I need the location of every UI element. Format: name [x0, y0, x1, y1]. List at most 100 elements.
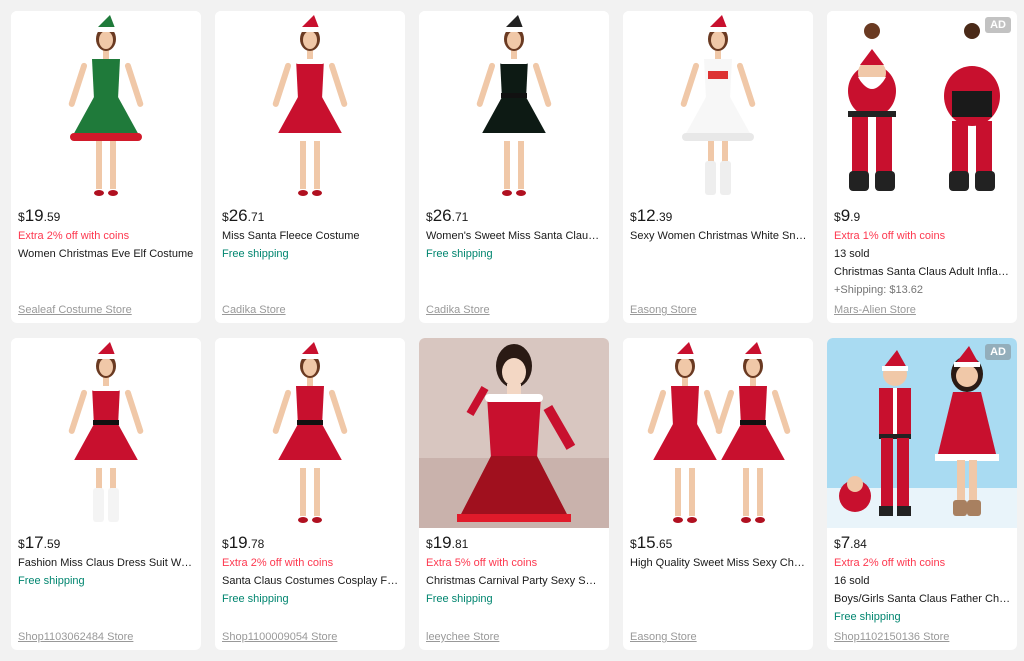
coins-promo: Extra 2% off with coins	[834, 557, 946, 569]
product-price: $19.78	[222, 534, 399, 554]
product-price: $15.65	[630, 534, 807, 554]
price-integer: 17	[24, 533, 44, 552]
price-integer: 7	[840, 533, 851, 552]
price-integer: 19	[228, 533, 248, 552]
product-card[interactable]: $17.59 Fashion Miss Claus Dress Suit Wome…	[11, 338, 201, 650]
price-decimal: .71	[451, 210, 469, 224]
product-title[interactable]: Boys/Girls Santa Claus Father Christmas	[834, 590, 1011, 608]
product-card[interactable]: AD $7.84 Extra 2% off with coins 16 sold Boy…	[827, 338, 1017, 650]
price-decimal: .84	[850, 537, 867, 551]
price-integer: 15	[636, 533, 656, 552]
product-card[interactable]: $12.39Sexy Women Christmas White Snowfla…	[623, 11, 813, 323]
product-card[interactable]: $19.78 Extra 2% off with coins Santa Claus…	[215, 338, 405, 650]
store-link[interactable]: Mars-Alien Store	[834, 304, 916, 316]
store-link[interactable]: Shop1103062484 Store	[18, 631, 133, 643]
price-integer: 19	[432, 533, 452, 552]
product-price: $17.59	[18, 534, 195, 554]
product-info: $26.71 Miss Santa Fleece Costume Free ship…	[222, 207, 399, 263]
product-image[interactable]	[623, 11, 813, 201]
price-currency: $	[630, 210, 637, 224]
product-image[interactable]	[827, 11, 1017, 201]
price-decimal: .59	[43, 537, 61, 551]
shipping-info: Free shipping	[18, 575, 85, 587]
coins-promo: Extra 2% off with coins	[18, 230, 130, 242]
store-link[interactable]: Cadika Store	[222, 304, 286, 316]
product-price: $19.81	[426, 534, 603, 554]
product-image[interactable]	[215, 11, 405, 201]
price-integer: 12	[636, 206, 656, 225]
sold-count: 13 sold	[834, 248, 870, 260]
store-link[interactable]: Shop1100009054 Store	[222, 631, 337, 643]
price-currency: $	[834, 537, 841, 551]
product-title[interactable]: Women's Sweet Miss Santa Claus Costume	[426, 227, 603, 245]
product-image[interactable]	[11, 11, 201, 201]
store-link[interactable]: Sealeaf Costume Store	[18, 304, 132, 316]
coins-promo: Extra 2% off with coins	[222, 557, 334, 569]
store-link[interactable]: Easong Store	[630, 631, 697, 643]
product-price: $9.9	[834, 207, 1011, 227]
price-currency: $	[222, 537, 229, 551]
product-card[interactable]: $19.81 Extra 5% off with coins Christmas C…	[419, 338, 609, 650]
product-image[interactable]	[419, 11, 609, 201]
product-price: $26.71	[426, 207, 603, 227]
product-title[interactable]: Miss Santa Fleece Costume	[222, 227, 399, 245]
product-title[interactable]: Fashion Miss Claus Dress Suit Women	[18, 554, 195, 572]
shipping-info: Free shipping	[222, 248, 289, 260]
ad-badge: AD	[985, 344, 1011, 360]
product-card[interactable]: $19.59 Extra 2% off with coins Women Chris…	[11, 11, 201, 323]
product-title[interactable]: High Quality Sweet Miss Sexy Christmas	[630, 554, 807, 572]
price-decimal: .81	[451, 537, 469, 551]
price-integer: 9	[840, 206, 851, 225]
product-grid: $19.59 Extra 2% off with coins Women Chris…	[11, 11, 1017, 650]
product-info: $15.65 High Quality Sweet Miss Sexy Chris…	[630, 534, 807, 572]
product-price: $7.84	[834, 534, 1011, 554]
shipping-info: Free shipping	[834, 611, 901, 623]
product-info: $12.39Sexy Women Christmas White Snowfla…	[630, 207, 807, 245]
product-price: $12.39	[630, 207, 807, 227]
ad-badge: AD	[985, 17, 1011, 33]
price-decimal: .39	[655, 210, 673, 224]
product-title[interactable]: Women Christmas Eve Elf Costume	[18, 245, 195, 263]
product-price: $26.71	[222, 207, 399, 227]
store-link[interactable]: Cadika Store	[426, 304, 490, 316]
product-info: $9.9 Extra 1% off with coins 13 sold Christ…	[834, 207, 1011, 299]
product-info: $19.78 Extra 2% off with coins Santa Claus…	[222, 534, 399, 608]
sold-count: 16 sold	[834, 575, 870, 587]
product-image[interactable]	[623, 338, 813, 528]
price-currency: $	[834, 210, 841, 224]
shipping-info: +Shipping: $13.62	[834, 284, 923, 296]
product-image[interactable]	[419, 338, 609, 528]
store-link[interactable]: Shop1102150136 Store	[834, 631, 949, 643]
price-currency: $	[630, 537, 637, 551]
product-card[interactable]: $15.65 High Quality Sweet Miss Sexy Chris…	[623, 338, 813, 650]
product-image[interactable]	[215, 338, 405, 528]
product-info: $26.71Women's Sweet Miss Santa Claus Cos…	[426, 207, 603, 263]
product-image[interactable]	[827, 338, 1017, 528]
price-decimal: .78	[247, 537, 265, 551]
product-card[interactable]: $26.71 Miss Santa Fleece Costume Free ship…	[215, 11, 405, 323]
shipping-info: Free shipping	[426, 248, 493, 260]
product-image[interactable]	[11, 338, 201, 528]
price-integer: 19	[24, 206, 44, 225]
price-currency: $	[426, 537, 433, 551]
price-decimal: .59	[43, 210, 61, 224]
price-decimal: .71	[247, 210, 265, 224]
product-title[interactable]: Sexy Women Christmas White Snowflake	[630, 227, 807, 245]
product-title[interactable]: Christmas Santa Claus Adult Inflatable	[834, 263, 1011, 281]
product-info: $19.81 Extra 5% off with coins Christmas C…	[426, 534, 603, 608]
product-title[interactable]: Santa Claus Costumes Cosplay Fashion	[222, 572, 399, 590]
store-link[interactable]: Easong Store	[630, 304, 697, 316]
product-card[interactable]: AD $9.9 Extra 1% off with coins 13 sold Chri…	[827, 11, 1017, 323]
store-link[interactable]: leeychee Store	[426, 631, 499, 643]
product-info: $17.59 Fashion Miss Claus Dress Suit Wome…	[18, 534, 195, 590]
product-card[interactable]: $26.71Women's Sweet Miss Santa Claus Cos…	[419, 11, 609, 323]
price-decimal: .9	[850, 210, 861, 224]
coins-promo: Extra 5% off with coins	[426, 557, 538, 569]
price-currency: $	[426, 210, 433, 224]
coins-promo: Extra 1% off with coins	[834, 230, 946, 242]
price-integer: 26	[432, 206, 452, 225]
price-currency: $	[18, 537, 25, 551]
product-price: $19.59	[18, 207, 195, 227]
product-title[interactable]: Christmas Carnival Party Sexy Sweet	[426, 572, 603, 590]
product-info: $19.59 Extra 2% off with coins Women Chris…	[18, 207, 195, 263]
